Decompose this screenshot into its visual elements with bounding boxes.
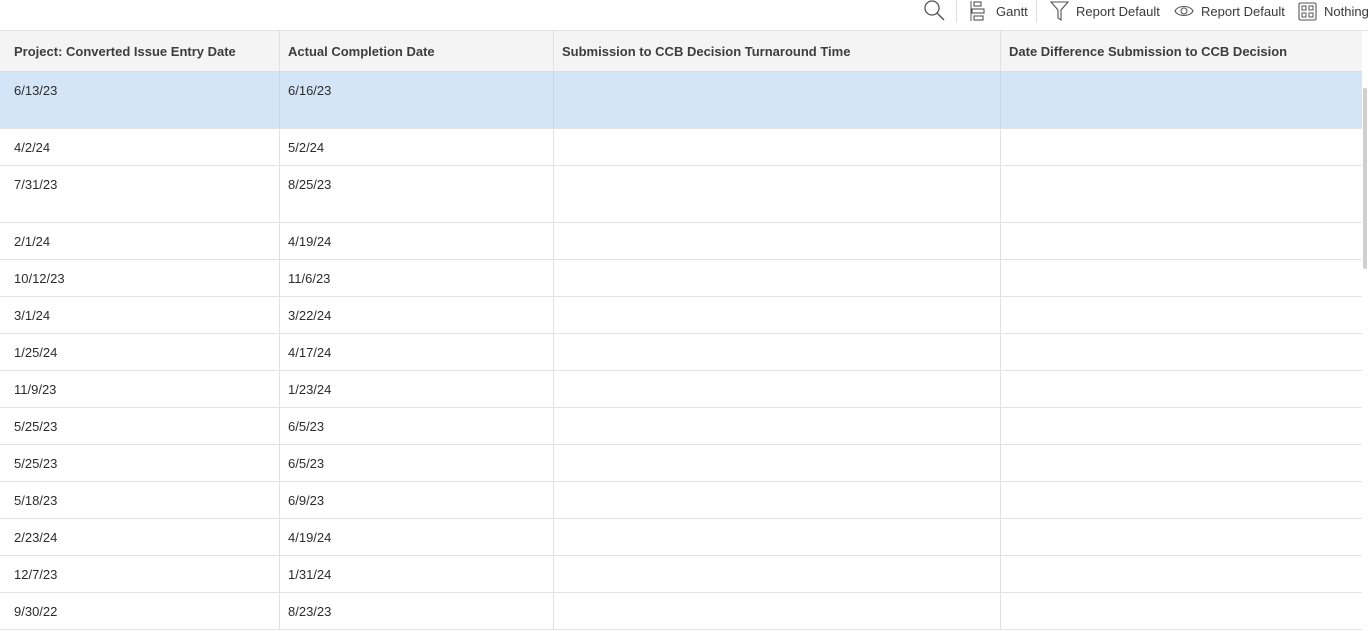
cell-date-difference [1001,445,1362,481]
table-row[interactable]: 9/30/22 8/23/23 [0,593,1362,630]
cell-date-difference [1001,129,1362,165]
cell-turnaround-time [554,72,1001,128]
cell-completion-date: 8/23/23 [280,593,554,629]
cell-date-difference [1001,260,1362,296]
cell-completion-date: 1/31/24 [280,556,554,592]
cell-turnaround-time [554,593,1001,629]
cell-completion-date: 3/22/24 [280,297,554,333]
search-button[interactable] [922,0,946,22]
cell-turnaround-time [554,371,1001,407]
cell-completion-date: 6/5/23 [280,408,554,444]
report-toolbar: Gantt Report Default Report Default Noth… [0,0,1368,31]
eye-icon [1174,5,1194,17]
cell-date-difference [1001,223,1362,259]
cell-entry-date: 6/13/23 [0,72,280,128]
cell-entry-date: 5/18/23 [0,482,280,518]
cell-turnaround-time [554,260,1001,296]
vertical-scrollbar[interactable] [1362,72,1368,631]
cell-date-difference [1001,482,1362,518]
cell-completion-date: 6/16/23 [280,72,554,128]
cell-completion-date: 4/19/24 [280,519,554,555]
table-row[interactable]: 10/12/23 11/6/23 [0,260,1362,297]
cell-date-difference [1001,166,1362,222]
cell-entry-date: 9/30/22 [0,593,280,629]
table-row[interactable]: 3/1/24 3/22/24 [0,297,1362,334]
cell-entry-date: 10/12/23 [0,260,280,296]
cell-date-difference [1001,408,1362,444]
cell-date-difference [1001,334,1362,370]
cell-date-difference [1001,556,1362,592]
filter-button[interactable]: Report Default [1050,0,1160,22]
cell-turnaround-time [554,129,1001,165]
table-header: Project: Converted Issue Entry Date Actu… [0,31,1362,72]
table-row[interactable]: 11/9/23 1/23/24 [0,371,1362,408]
cell-date-difference [1001,519,1362,555]
grouping-button[interactable]: Nothing [1298,0,1368,22]
column-header-date-difference[interactable]: Date Difference Submission to CCB Decisi… [1001,31,1362,71]
cell-turnaround-time [554,334,1001,370]
toolbar-divider [956,0,957,22]
gantt-button[interactable]: Gantt [970,0,1028,22]
cell-completion-date: 6/5/23 [280,445,554,481]
cell-date-difference [1001,371,1362,407]
cell-turnaround-time [554,482,1001,518]
cell-entry-date: 7/31/23 [0,166,280,222]
cell-entry-date: 5/25/23 [0,408,280,444]
cell-turnaround-time [554,519,1001,555]
scrollbar-thumb[interactable] [1363,88,1367,269]
column-header-completion-date[interactable]: Actual Completion Date [280,31,554,71]
view-label: Report Default [1201,3,1285,19]
view-button[interactable]: Report Default [1174,0,1285,22]
cell-entry-date: 2/23/24 [0,519,280,555]
column-header-entry-date[interactable]: Project: Converted Issue Entry Date [0,31,280,71]
column-header-turnaround-time[interactable]: Submission to CCB Decision Turnaround Ti… [554,31,1001,71]
search-icon [924,0,945,21]
filter-label: Report Default [1076,3,1160,19]
table-row[interactable]: 5/25/23 6/5/23 [0,445,1362,482]
grid-icon [1298,1,1317,21]
cell-completion-date: 5/2/24 [280,129,554,165]
cell-completion-date: 4/19/24 [280,223,554,259]
gantt-icon [970,1,985,21]
cell-entry-date: 5/25/23 [0,445,280,481]
cell-turnaround-time [554,166,1001,222]
cell-entry-date: 3/1/24 [0,297,280,333]
cell-completion-date: 11/6/23 [280,260,554,296]
table-row[interactable]: 12/7/23 1/31/24 [0,556,1362,593]
cell-completion-date: 1/23/24 [280,371,554,407]
cell-turnaround-time [554,297,1001,333]
table-row[interactable]: 6/13/23 6/16/23 [0,72,1362,129]
table-row[interactable]: 1/25/24 4/17/24 [0,334,1362,371]
cell-turnaround-time [554,445,1001,481]
cell-completion-date: 6/9/23 [280,482,554,518]
cell-entry-date: 4/2/24 [0,129,280,165]
grouping-label: Nothing [1324,3,1368,19]
cell-date-difference [1001,593,1362,629]
gantt-label: Gantt [996,3,1028,19]
toolbar-divider [1036,0,1037,22]
table-row[interactable]: 7/31/23 8/25/23 [0,166,1362,223]
cell-turnaround-time [554,223,1001,259]
cell-turnaround-time [554,408,1001,444]
table-row[interactable]: 4/2/24 5/2/24 [0,129,1362,166]
cell-turnaround-time [554,556,1001,592]
cell-completion-date: 8/25/23 [280,166,554,222]
table-row[interactable]: 5/18/23 6/9/23 [0,482,1362,519]
cell-date-difference [1001,72,1362,128]
filter-icon [1050,1,1069,21]
cell-entry-date: 12/7/23 [0,556,280,592]
table-row[interactable]: 5/25/23 6/5/23 [0,408,1362,445]
report-table: Project: Converted Issue Entry Date Actu… [0,31,1362,630]
cell-entry-date: 2/1/24 [0,223,280,259]
cell-entry-date: 1/25/24 [0,334,280,370]
cell-date-difference [1001,297,1362,333]
table-row[interactable]: 2/1/24 4/19/24 [0,223,1362,260]
table-row[interactable]: 2/23/24 4/19/24 [0,519,1362,556]
cell-entry-date: 11/9/23 [0,371,280,407]
cell-completion-date: 4/17/24 [280,334,554,370]
